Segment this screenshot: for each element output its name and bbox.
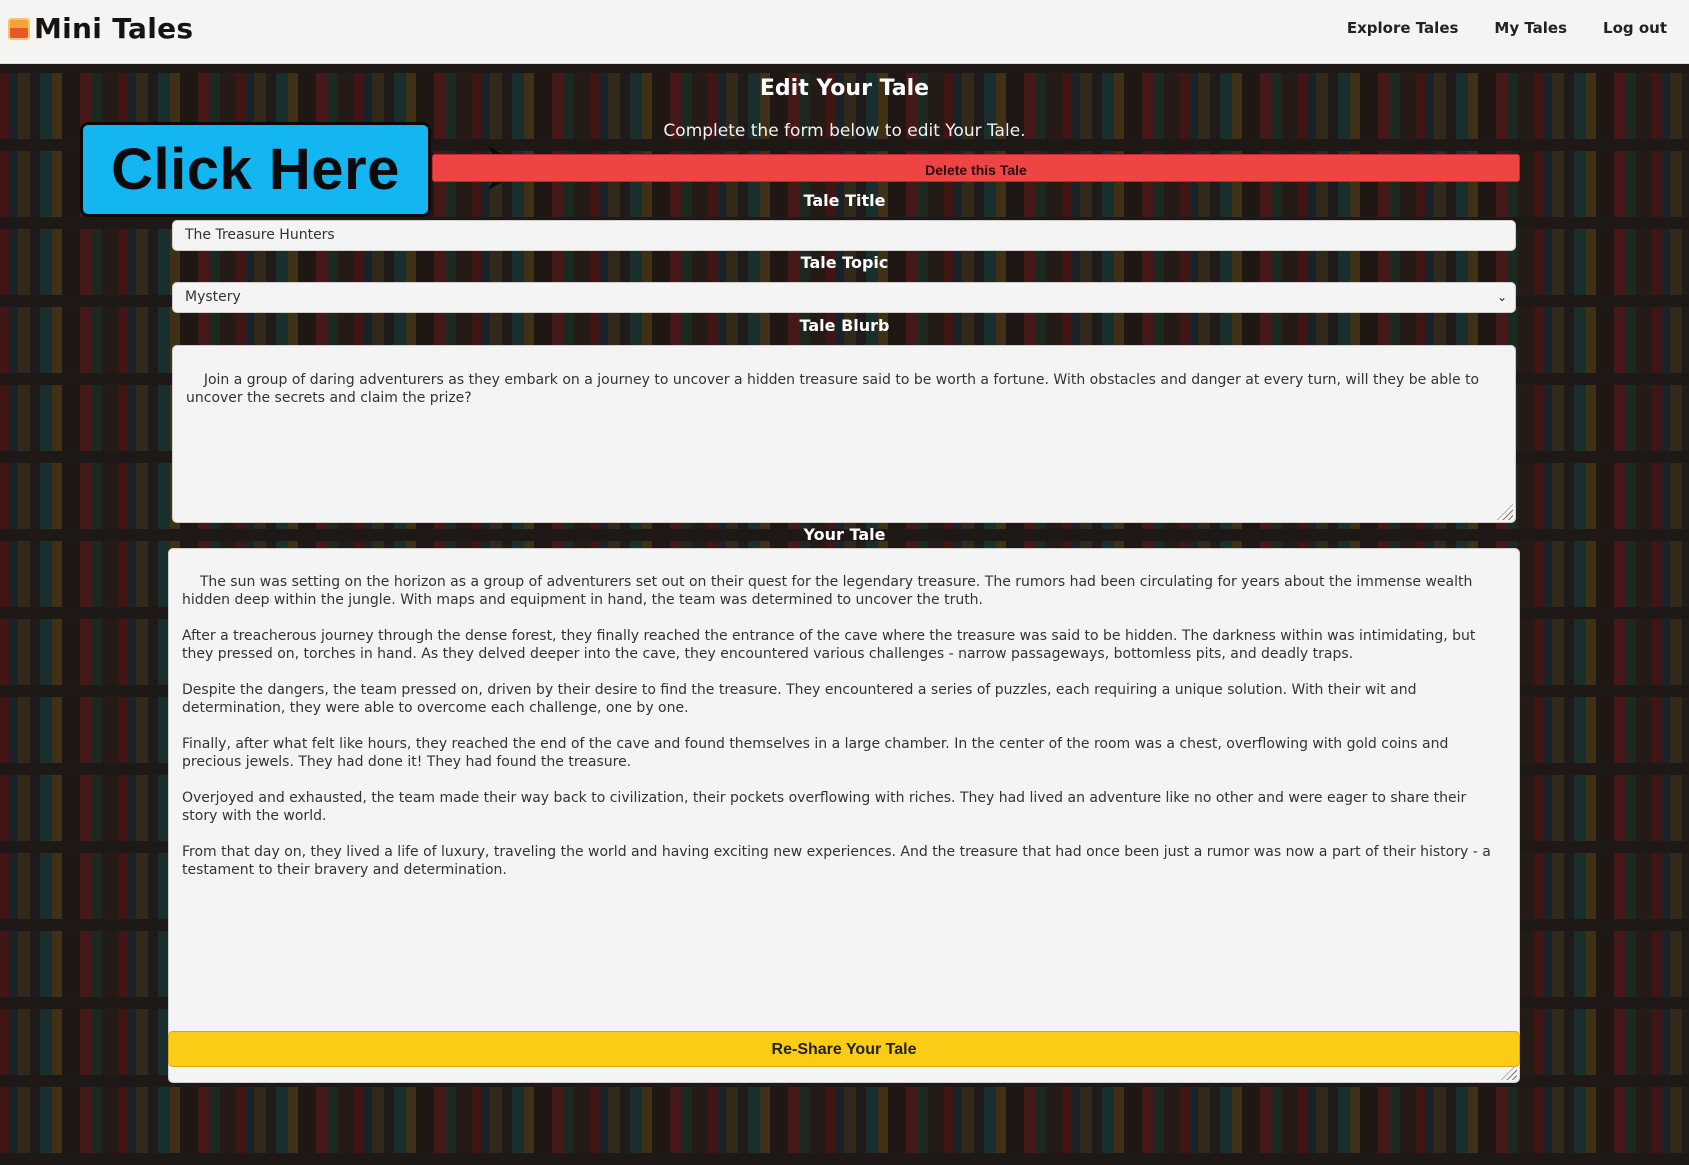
nav-link-my-tales[interactable]: My Tales — [1494, 19, 1567, 37]
tale-blurb-text: Join a group of daring adventurers as th… — [186, 372, 1484, 406]
tale-topic-value: Mystery — [185, 289, 241, 305]
nav-link-explore-tales[interactable]: Explore Tales — [1347, 19, 1459, 37]
your-tale-text: The sun was setting on the horizon as a … — [182, 574, 1491, 878]
nav-link-log-out[interactable]: Log out — [1603, 19, 1667, 37]
tale-topic-select[interactable]: Mystery ⌄ — [172, 282, 1516, 313]
tale-topic-label: Tale Topic — [800, 253, 889, 272]
nav-links: Explore Tales My Tales Log out — [1347, 19, 1667, 37]
book-logo-icon — [8, 17, 30, 40]
page-title: Edit Your Tale — [759, 76, 930, 101]
tale-title-label: Tale Title — [803, 191, 886, 210]
tale-blurb-label: Tale Blurb — [799, 316, 890, 335]
resize-handle-icon[interactable] — [1497, 504, 1513, 520]
your-tale-label: Your Tale — [803, 525, 886, 544]
delete-tale-button[interactable]: Delete this Tale — [432, 154, 1520, 182]
your-tale-textarea[interactable]: The sun was setting on the horizon as a … — [168, 548, 1520, 1083]
edit-tale-form: Edit Your Tale Complete the form below t… — [0, 64, 1689, 1165]
navbar: Mini Tales Explore Tales My Tales Log ou… — [0, 0, 1689, 64]
brand[interactable]: Mini Tales — [8, 12, 193, 45]
reshare-tale-button[interactable]: Re-Share Your Tale — [168, 1031, 1520, 1067]
tale-title-input[interactable]: The Treasure Hunters — [172, 220, 1516, 251]
tale-blurb-textarea[interactable]: Join a group of daring adventurers as th… — [172, 345, 1516, 523]
brand-name: Mini Tales — [34, 12, 194, 45]
chevron-down-icon: ⌄ — [1496, 290, 1507, 304]
